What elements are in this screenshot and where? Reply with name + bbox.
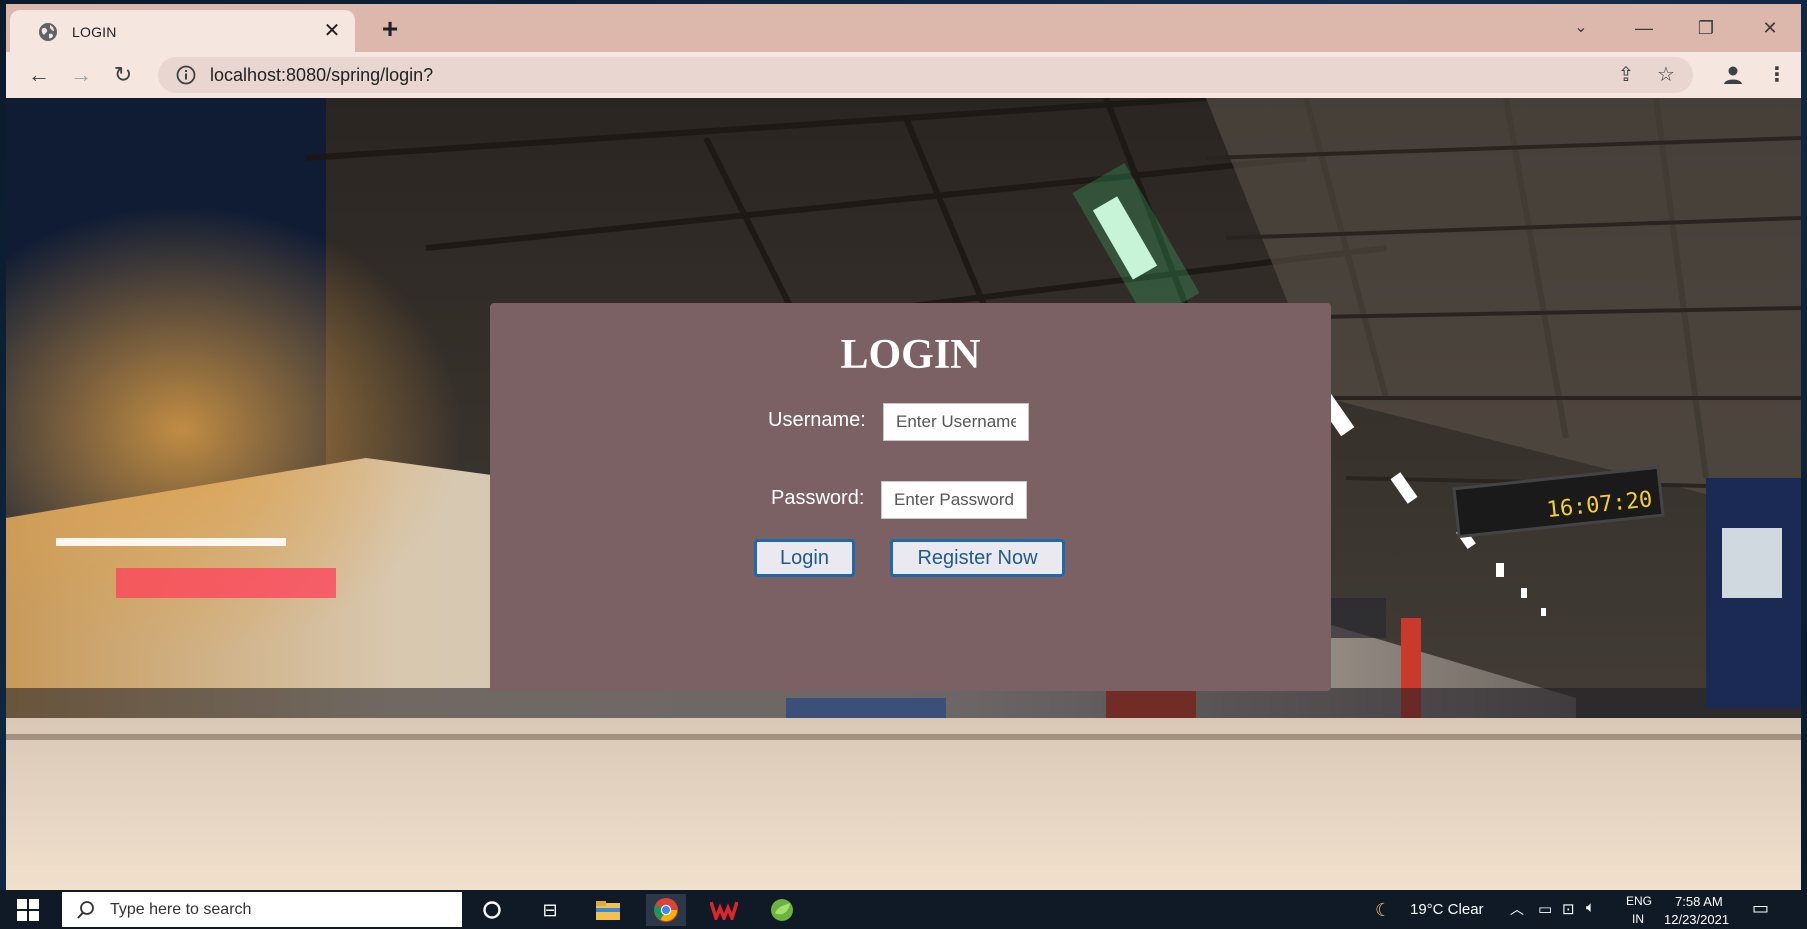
taskbar-search-box[interactable]: Type here to search <box>62 892 462 927</box>
username-input[interactable] <box>883 403 1029 441</box>
clock-time[interactable]: 7:58 AM <box>1675 894 1723 909</box>
battery-icon[interactable]: ▭ <box>1538 900 1552 918</box>
plus-icon[interactable]: + <box>376 15 404 44</box>
wps-office-icon[interactable] <box>704 894 744 926</box>
volume-icon[interactable]: 🔈︎ <box>1586 899 1595 916</box>
language-region: IN <box>1632 912 1644 926</box>
weather-text[interactable]: 19°C Clear <box>1410 901 1484 918</box>
arrow-left-icon[interactable]: ← <box>24 60 54 90</box>
login-button[interactable]: Login <box>754 539 855 577</box>
file-explorer-icon[interactable] <box>588 894 628 926</box>
profile-icon[interactable] <box>1718 60 1748 90</box>
minimize-icon[interactable]: — <box>1624 14 1664 42</box>
network-icon[interactable]: ⊡ <box>1562 900 1575 918</box>
cortana-icon[interactable] <box>472 894 512 926</box>
search-icon <box>77 901 94 919</box>
browser-window: LOGIN ✕ + ⌄ — ❐ ✕ ← → ↻ localhost:8080/s… <box>6 4 1801 890</box>
tab-bar: LOGIN ✕ + ⌄ — ❐ ✕ <box>6 4 1801 52</box>
spring-tool-suite-icon[interactable] <box>762 894 802 926</box>
weather-moon-icon[interactable]: ☾ <box>1375 900 1391 921</box>
windows-start-icon[interactable] <box>16 898 40 922</box>
username-label: Username: <box>768 409 866 431</box>
star-icon[interactable]: ☆ <box>1654 63 1678 87</box>
language-indicator[interactable]: ENG <box>1626 894 1652 908</box>
login-form-panel: LOGIN Username: Password: Login Register… <box>490 303 1331 691</box>
windows-taskbar: Type here to search ⊟ ☾ 19°C Clear ︿ ▭ ⊡… <box>0 890 1807 929</box>
password-label: Password: <box>771 487 865 509</box>
browser-tab-login[interactable]: LOGIN ✕ <box>10 10 355 52</box>
close-icon[interactable]: ✕ <box>321 20 343 42</box>
address-bar[interactable]: localhost:8080/spring/login? ⇪ ☆ <box>158 57 1693 93</box>
browser-toolbar: ← → ↻ localhost:8080/spring/login? ⇪ ☆ ⋮ <box>6 52 1801 98</box>
arrow-right-icon[interactable]: → <box>66 60 96 90</box>
password-input[interactable] <box>881 481 1027 519</box>
tab-search-icon[interactable]: ⌄ <box>1561 14 1601 42</box>
kebab-menu-icon[interactable]: ⋮ <box>1762 60 1792 90</box>
search-placeholder: Type here to search <box>110 901 252 918</box>
window-close-icon[interactable]: ✕ <box>1750 14 1790 42</box>
clock-date[interactable]: 12/23/2021 <box>1664 912 1729 927</box>
register-now-button[interactable]: Register Now <box>890 539 1065 577</box>
notification-icon[interactable]: ▭ <box>1752 898 1769 919</box>
url-text: localhost:8080/spring/login? <box>210 65 434 85</box>
restore-icon[interactable]: ❐ <box>1686 14 1726 42</box>
tab-title: LOGIN <box>72 24 117 40</box>
share-icon[interactable]: ⇪ <box>1614 63 1638 87</box>
login-heading: LOGIN <box>840 332 981 378</box>
web-page: 16:07:20 LOGIN Username: Enter Username … <box>6 98 1801 890</box>
desktop: LOGIN ✕ + ⌄ — ❐ ✕ ← → ↻ localhost:8080/s… <box>0 0 1807 929</box>
chrome-icon[interactable] <box>646 894 686 926</box>
info-icon[interactable] <box>176 65 196 85</box>
globe-icon <box>39 23 57 41</box>
tray-overflow-icon[interactable]: ︿ <box>1510 899 1524 919</box>
reload-icon[interactable]: ↻ <box>108 60 138 90</box>
task-view-icon[interactable]: ⊟ <box>530 894 570 926</box>
